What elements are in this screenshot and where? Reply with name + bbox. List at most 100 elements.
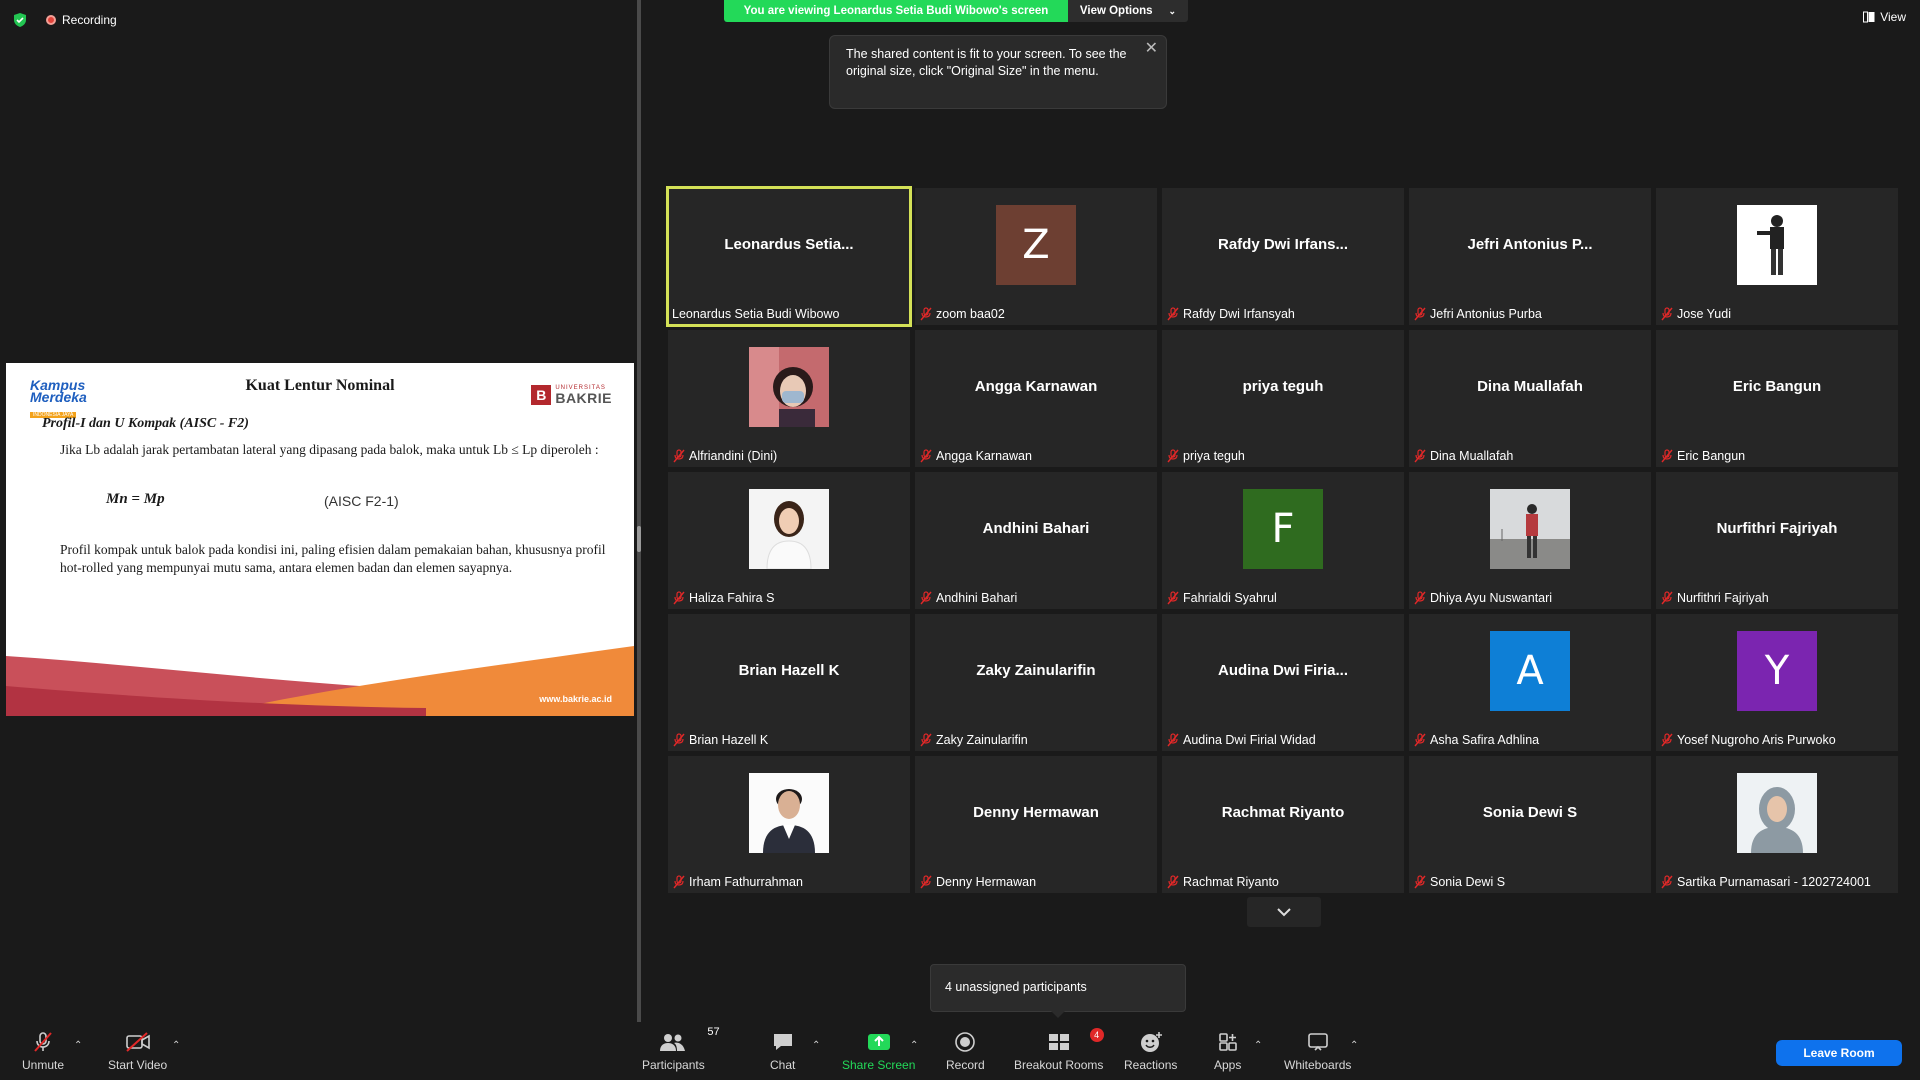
microphone-muted-icon [1414, 449, 1426, 463]
participant-display-name: Andhini Bahari [982, 520, 1090, 537]
participant-tile[interactable]: Leonardus Setia... Leonardus Setia Budi W… [666, 186, 912, 327]
start-video-button[interactable]: Start Video [108, 1030, 167, 1072]
avatar-photo [1737, 772, 1817, 853]
participant-name-label: Sonia Dewi S [1413, 873, 1505, 891]
participant-name: Denny Hermawan [936, 875, 1037, 889]
participant-name: Leonardus Setia Budi Wibowo [672, 307, 840, 321]
breakout-rooms-icon [1048, 1034, 1069, 1050]
participant-display-name: Brian Hazell K [738, 662, 840, 679]
participant-name-label: Eric Bangun [1660, 447, 1745, 465]
microphone-muted-icon [1167, 875, 1179, 889]
chat-options-caret-icon[interactable]: ⌃ [812, 1040, 820, 1051]
viewing-screen-banner: You are viewing Leonardus Setia Budi Wib… [724, 0, 1068, 22]
view-options-button[interactable]: View Options ⌄ [1068, 0, 1188, 22]
participant-display-name: Nurfithri Fajriyah [1716, 520, 1838, 537]
participant-display: A [1409, 614, 1651, 727]
security-shield-icon[interactable] [12, 12, 28, 28]
microphone-muted-icon [1167, 449, 1179, 463]
participant-tile[interactable]: Jefri Antonius P... Jefri Antonius Purba [1409, 188, 1651, 325]
recording-indicator[interactable]: Recording [46, 13, 117, 27]
slide-url: www.bakrie.ac.id [539, 694, 612, 704]
participant-display: Andhini Bahari [915, 472, 1157, 585]
participant-display: F [1162, 472, 1404, 585]
participant-name: zoom baa02 [936, 307, 1005, 321]
participant-tile[interactable]: Irham Fathurrahman [668, 756, 910, 893]
fit-screen-tooltip: The shared content is fit to your screen… [829, 35, 1167, 109]
meeting-toolbar: Unmute ⌃ Start Video ⌃ 57 Participants C… [0, 1022, 1920, 1080]
participant-tile[interactable]: Zaky Zainularifin Zaky Zainularifin [915, 614, 1157, 751]
participant-name-label: Sartika Purnamasari - 1202724001 [1660, 873, 1871, 891]
participant-tile[interactable]: A Asha Safira Adhlina [1409, 614, 1651, 751]
participant-tile[interactable]: Andhini Bahari Andhini Bahari [915, 472, 1157, 609]
view-button[interactable]: View [1863, 10, 1906, 24]
participant-name-label: Fahrialdi Syahrul [1166, 589, 1277, 607]
participant-tile[interactable]: Jose Yudi [1656, 188, 1898, 325]
microphone-muted-icon [1661, 307, 1673, 321]
participant-tile[interactable]: Sonia Dewi S Sonia Dewi S [1409, 756, 1651, 893]
participant-display: Eric Bangun [1656, 330, 1898, 443]
slide-formula-reference: (AISC F2-1) [324, 493, 399, 509]
participant-tile[interactable]: Nurfithri Fajriyah Nurfithri Fajriyah [1656, 472, 1898, 609]
video-off-icon [125, 1032, 150, 1052]
participant-name-label: Leonardus Setia Budi Wibowo [672, 305, 839, 323]
close-icon[interactable]: ✕ [1145, 40, 1158, 57]
leave-room-button[interactable]: Leave Room [1776, 1040, 1902, 1066]
chat-label: Chat [770, 1058, 796, 1072]
participant-display: Rachmat Riyanto [1162, 756, 1404, 869]
participant-display-name: Jefri Antonius P... [1467, 236, 1593, 253]
participant-tile[interactable]: Brian Hazell K Brian Hazell K [668, 614, 910, 751]
breakout-rooms-button[interactable]: 4 Breakout Rooms [1014, 1028, 1104, 1072]
participant-tile[interactable]: Angga Karnawan Angga Karnawan [915, 330, 1157, 467]
participant-display-name: priya teguh [1242, 378, 1324, 395]
chevron-down-icon [1277, 908, 1291, 917]
whiteboards-button[interactable]: Whiteboards [1284, 1030, 1351, 1072]
video-options-caret-icon[interactable]: ⌃ [172, 1040, 180, 1051]
participant-name: Nurfithri Fajriyah [1677, 591, 1769, 605]
participant-tile[interactable]: Rafdy Dwi Irfans... Rafdy Dwi Irfansyah [1162, 188, 1404, 325]
apps-label: Apps [1214, 1058, 1242, 1072]
participant-tile[interactable]: Zzoom baa02 [915, 188, 1157, 325]
unmute-button[interactable]: Unmute [22, 1030, 64, 1072]
record-button[interactable]: Record [946, 1030, 985, 1072]
participant-tile[interactable]: Sartika Purnamasari - 1202724001 [1656, 756, 1898, 893]
share-options-caret-icon[interactable]: ⌃ [910, 1040, 918, 1051]
avatar: A [1490, 630, 1570, 711]
participant-display: priya teguh [1162, 330, 1404, 443]
participant-tile[interactable]: Eric Bangun Eric Bangun [1656, 330, 1898, 467]
unassigned-participants-popup[interactable]: 4 unassigned participants [930, 964, 1186, 1018]
participants-button[interactable]: 57 Participants [642, 1026, 720, 1072]
participant-display: Audina Dwi Firia... [1162, 614, 1404, 727]
apps-button[interactable]: Apps [1214, 1030, 1241, 1072]
participant-tile[interactable]: priya teguh priya teguh [1162, 330, 1404, 467]
reactions-button[interactable]: Reactions [1124, 1030, 1177, 1072]
microphone-muted-icon [1661, 591, 1673, 605]
participant-tile[interactable]: Dina Muallafah Dina Muallafah [1409, 330, 1651, 467]
participant-tile[interactable]: Audina Dwi Firia... Audina Dwi Firial Wid… [1162, 614, 1404, 751]
microphone-muted-icon [1661, 733, 1673, 747]
participant-display-name: Dina Muallafah [1477, 378, 1583, 395]
participant-tile[interactable]: F Fahrialdi Syahrul [1162, 472, 1404, 609]
start-video-label: Start Video [108, 1058, 168, 1072]
participant-tile[interactable]: Rachmat Riyanto Rachmat Riyanto [1162, 756, 1404, 893]
gallery-next-page-button[interactable] [1247, 897, 1321, 927]
microphone-muted-icon [673, 733, 685, 747]
chat-button[interactable]: Chat [770, 1030, 795, 1072]
slide-subtitle: Profil-I dan U Kompak (AISC - F2) [42, 416, 249, 431]
participants-label: Participants [642, 1058, 705, 1072]
participant-name-label: Jefri Antonius Purba [1413, 305, 1542, 323]
participant-name: Rachmat Riyanto [1183, 875, 1279, 889]
whiteboard-icon [1307, 1033, 1328, 1051]
apps-options-caret-icon[interactable]: ⌃ [1254, 1040, 1262, 1051]
participant-tile[interactable]: Denny Hermawan Denny Hermawan [915, 756, 1157, 893]
share-screen-button[interactable]: Share Screen [842, 1030, 915, 1072]
participant-tile[interactable]: Alfriandini (Dini) [668, 330, 910, 467]
participant-display-name: Sonia Dewi S [1482, 804, 1578, 821]
audio-options-caret-icon[interactable]: ⌃ [74, 1040, 82, 1051]
participant-tile[interactable]: Haliza Fahira S [668, 472, 910, 609]
participant-tile[interactable]: Dhiya Ayu Nuswantari [1409, 472, 1651, 609]
whiteboards-options-caret-icon[interactable]: ⌃ [1350, 1040, 1358, 1051]
participant-display [1656, 188, 1898, 301]
participant-name: Haliza Fahira S [689, 591, 775, 605]
participant-display-name: Rachmat Riyanto [1221, 804, 1345, 821]
participant-tile[interactable]: Y Yosef Nugroho Aris Purwoko [1656, 614, 1898, 751]
